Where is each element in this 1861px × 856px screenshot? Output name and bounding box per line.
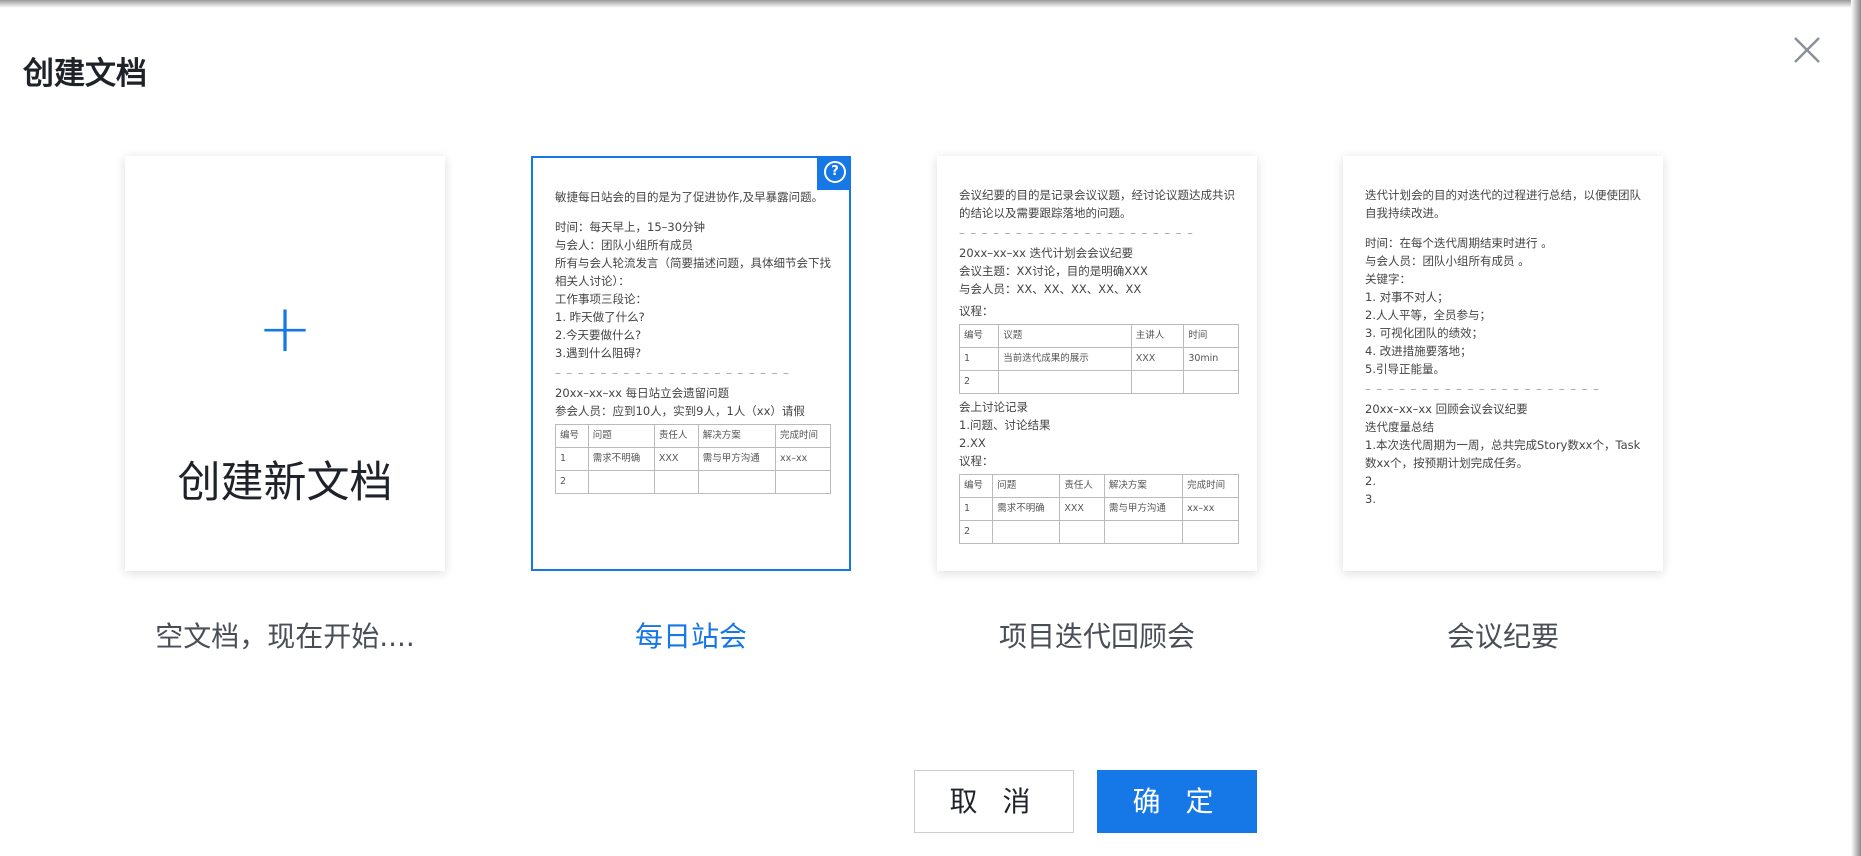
preview-discussion: 会上讨论记录 1.问题、讨论结果 2.XX (959, 400, 1051, 450)
preview-intro: 会议纪要的目的是记录会议议题，经讨论议题达成共识的结论以及需要跟踪落地的问题。 (959, 188, 1235, 220)
question-circle-icon[interactable]: ? (817, 156, 851, 190)
preview-body: 20xx–xx–xx 迭代计划会会议纪要 会议主题：XX讨论，目的是明确XXX … (959, 246, 1148, 296)
caption-iteration-retro[interactable]: 项目迭代回顾会 (937, 615, 1257, 655)
close-icon[interactable] (1787, 30, 1827, 70)
table-row: 1 当前迭代成果的展示 XXX 30min (958, 347, 1239, 371)
caption-meeting-minutes[interactable]: 会议纪要 (1343, 615, 1663, 655)
preview-agenda-label: 议程： (959, 304, 994, 318)
template-card-iteration-retro[interactable]: 会议纪要的目的是记录会议议题，经讨论议题达成共识的结论以及需要跟踪落地的问题。 … (937, 156, 1257, 571)
caption-blank[interactable]: 空文档，现在开始.... (125, 615, 445, 655)
create-new-document-label: 创建新文档 (177, 458, 393, 508)
template-card-daily-standup[interactable]: ? 敏捷每日站会的目的是为了促进协作,及早暴露问题。 时间：每天早上，15–30… (531, 156, 851, 571)
dialog-title: 创建文档 (23, 56, 147, 92)
template-card-meeting-minutes[interactable]: 迭代计划会的目的对迭代的过程进行总结，以便使团队自我持续改进。 时间：在每个迭代… (1343, 156, 1663, 571)
preview-table: 编号 问题 责任人 解决方案 完成时间 1 需求不明确 XXX 需与甲方沟通 xx–xx 2 (555, 424, 832, 494)
preview-divider: – – – – – – – – – – – – – – – – – – – – … (959, 226, 1194, 240)
template-card-blank[interactable]: + 创建新文档 (125, 156, 445, 571)
template-preview: 迭代计划会的目的对迭代的过程进行总结，以便使团队自我持续改进。 时间：在每个迭代… (1365, 186, 1645, 508)
preview-table: 编号 议题 主讲人 时间 1 当前迭代成果的展示 XXX 30min 2 (958, 324, 1239, 394)
preview-divider: – – – – – – – – – – – – – – – – – – – – … (1365, 382, 1600, 396)
cancel-button[interactable]: 取 消 (914, 770, 1074, 833)
table-row: 编号 议题 主讲人 时间 (958, 324, 1239, 348)
preview-intro: 敏捷每日站会的目的是为了促进协作,及早暴露问题。 (555, 190, 824, 204)
preview-table: 编号 问题 责任人 解决方案 完成时间 1 需求不明确 XXX 需与甲方沟通 xx–xx 2 (958, 474, 1239, 544)
preview-divider: – – – – – – – – – – – – – – – – – – – – … (555, 366, 790, 380)
plus-icon: + (257, 290, 313, 367)
table-row: 1 需求不明确 XXX 需与甲方沟通 xx–xx (555, 447, 832, 471)
confirm-button[interactable]: 确 定 (1097, 770, 1257, 833)
table-row: 1 需求不明确 XXX 需与甲方沟通 xx–xx (958, 497, 1239, 521)
table-row: 2 (958, 370, 1239, 394)
preview-agenda-label: 议程： (959, 454, 994, 468)
table-row: 编号 问题 责任人 解决方案 完成时间 (555, 424, 832, 448)
preview-subtitle: 20xx–xx–xx 每日站立会遗留问题 (555, 386, 730, 400)
preview-body: 时间：在每个迭代周期结束时进行 。 与会人员：团队小组所有成员 。 关键字： 1… (1365, 236, 1553, 376)
template-preview: 敏捷每日站会的目的是为了促进协作,及早暴露问题。 时间：每天早上，15–30分钟… (555, 188, 832, 494)
template-preview: 会议纪要的目的是记录会议议题，经讨论议题达成共识的结论以及需要跟踪落地的问题。 … (958, 186, 1239, 544)
window-top-edge (0, 0, 1861, 8)
table-row: 2 (958, 520, 1239, 544)
table-row: 编号 问题 责任人 解决方案 完成时间 (958, 474, 1239, 498)
table-row: 2 (555, 470, 832, 494)
preview-attendees: 参会人员：应到10人，实到9人，1人（xx）请假 (555, 404, 805, 418)
window-right-edge (1851, 0, 1861, 856)
preview-body-2: 20xx–xx–xx 回顾会议会议纪要 迭代度量总结 1.本次迭代周期为一周，总… (1365, 402, 1641, 506)
caption-daily-standup[interactable]: 每日站会 (531, 615, 851, 655)
preview-body: 时间：每天早上，15–30分钟 与会人：团队小组所有成员 所有与会人轮流发言（简… (555, 220, 831, 360)
preview-intro: 迭代计划会的目的对迭代的过程进行总结，以便使团队自我持续改进。 (1365, 188, 1641, 220)
